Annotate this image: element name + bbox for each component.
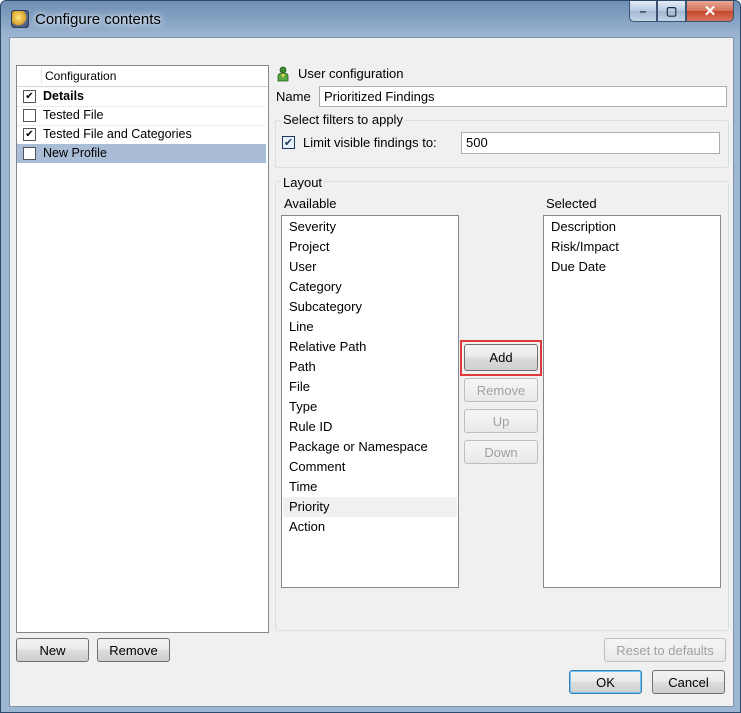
list-item[interactable]: File (283, 377, 457, 397)
available-list[interactable]: Severity Project User Category Subcatego… (281, 215, 459, 588)
list-item[interactable]: Due Date (545, 257, 719, 277)
list-item[interactable]: Severity (283, 217, 457, 237)
name-label: Name (276, 89, 311, 104)
tree-item-new-profile[interactable]: New Profile (17, 144, 266, 163)
tree-item-tested-file[interactable]: Tested File (17, 106, 266, 126)
list-item[interactable]: User (283, 257, 457, 277)
user-icon (277, 66, 289, 82)
remove-profile-button[interactable]: Remove (97, 638, 170, 662)
list-item[interactable]: Relative Path (283, 337, 457, 357)
user-configuration-heading: User configuration (298, 66, 404, 81)
close-button[interactable]: ✕ (686, 1, 734, 22)
list-item-hovered[interactable]: Priority (283, 497, 457, 517)
layout-group-title: Layout (281, 175, 325, 190)
selected-list[interactable]: Description Risk/Impact Due Date (543, 215, 721, 588)
configuration-tree[interactable]: Configuration ✔ Details Tested File ✔ Te… (16, 65, 269, 633)
tree-item-label: Tested File and Categories (43, 127, 192, 141)
title-bar[interactable]: Configure contents – ▢ ✕ (1, 1, 740, 37)
checkbox-tested-file-and-categories[interactable]: ✔ (23, 128, 36, 141)
tree-column-header-label: Configuration (45, 69, 117, 83)
name-field[interactable]: Prioritized Findings (319, 86, 727, 107)
move-up-button[interactable]: Up (464, 409, 538, 433)
tree-item-details[interactable]: ✔ Details (17, 87, 266, 107)
tree-column-header[interactable]: Configuration (17, 66, 268, 87)
minimize-icon: – (639, 4, 647, 18)
list-item[interactable]: Description (545, 217, 719, 237)
maximize-icon: ▢ (665, 4, 678, 18)
filters-group-title: Select filters to apply (281, 112, 405, 127)
reset-to-defaults-button[interactable]: Reset to defaults (604, 638, 726, 662)
app-icon (11, 10, 29, 28)
tree-item-label: Tested File (43, 108, 104, 122)
add-button[interactable]: Add (464, 344, 538, 371)
caption-buttons: – ▢ ✕ (629, 1, 734, 23)
ok-button[interactable]: OK (569, 670, 642, 694)
list-item[interactable]: Line (283, 317, 457, 337)
new-profile-button[interactable]: New (16, 638, 89, 662)
tree-item-label: Details (43, 89, 84, 103)
limit-findings-label: Limit visible findings to: (303, 135, 437, 150)
list-item[interactable]: Subcategory (283, 297, 457, 317)
list-item[interactable]: Type (283, 397, 457, 417)
remove-field-button[interactable]: Remove (464, 378, 538, 402)
list-item[interactable]: Risk/Impact (545, 237, 719, 257)
list-item[interactable]: Path (283, 357, 457, 377)
dialog-client-area: Configuration ✔ Details Tested File ✔ Te… (9, 37, 734, 707)
header-separator (41, 68, 42, 84)
tree-item-label: New Profile (43, 146, 107, 160)
maximize-button[interactable]: ▢ (657, 1, 686, 22)
minimize-button[interactable]: – (629, 1, 657, 22)
list-item[interactable]: Project (283, 237, 457, 257)
move-down-button[interactable]: Down (464, 440, 538, 464)
limit-findings-checkbox[interactable]: ✔ (282, 136, 295, 149)
list-item[interactable]: Package or Namespace (283, 437, 457, 457)
window-title: Configure contents (35, 11, 161, 28)
tree-item-tested-file-and-categories[interactable]: ✔ Tested File and Categories (17, 125, 266, 145)
list-item[interactable]: Category (283, 277, 457, 297)
cancel-button[interactable]: Cancel (652, 670, 725, 694)
available-label: Available (284, 196, 337, 211)
list-item[interactable]: Rule ID (283, 417, 457, 437)
close-icon: ✕ (703, 3, 717, 20)
checkbox-details[interactable]: ✔ (23, 90, 36, 103)
configure-contents-window: Configure contents – ▢ ✕ Configuration ✔… (0, 0, 741, 713)
selected-label: Selected (546, 196, 597, 211)
list-item[interactable]: Time (283, 477, 457, 497)
list-item[interactable]: Action (283, 517, 457, 537)
checkbox-tested-file[interactable] (23, 109, 36, 122)
list-item[interactable]: Comment (283, 457, 457, 477)
checkbox-new-profile[interactable] (23, 147, 36, 160)
limit-findings-input[interactable]: 500 (461, 132, 720, 154)
